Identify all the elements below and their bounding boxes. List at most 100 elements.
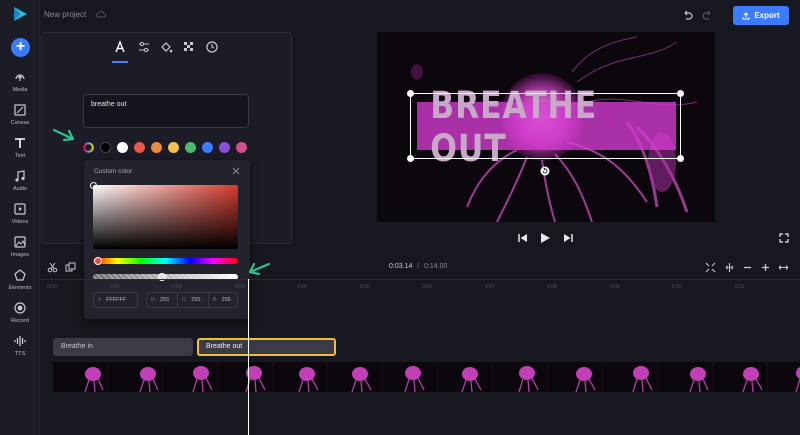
- annotation-arrow-icon: [52, 128, 75, 142]
- sidebar-item-label: Audio: [12, 186, 28, 192]
- split-scissors-icon[interactable]: [47, 262, 58, 273]
- sidebar-item-label: Canvas: [10, 120, 30, 126]
- swatch-yellow[interactable]: [168, 142, 179, 153]
- sidebar-item-media[interactable]: Media: [0, 70, 40, 102]
- text-clip-breathe-out[interactable]: Breathe out: [197, 338, 336, 356]
- sidebar-item-label: Media: [12, 87, 28, 93]
- resize-handle-top-right[interactable]: [677, 90, 684, 97]
- sidebar-item-elements[interactable]: Elements: [0, 268, 40, 300]
- r-value: 255: [159, 297, 170, 303]
- green-field[interactable]: G 255: [178, 292, 208, 308]
- close-icon[interactable]: [232, 167, 240, 175]
- ruler-tick-label: 0:02: [172, 284, 182, 290]
- hue-slider-handle[interactable]: [94, 257, 102, 265]
- text-icon: [15, 138, 25, 148]
- cloud-sync-icon: [96, 10, 106, 18]
- resize-handle-bottom-right[interactable]: [677, 155, 684, 162]
- video-track[interactable]: [53, 362, 800, 392]
- ruler-tick-label: 0:01: [110, 284, 120, 290]
- swatch-red[interactable]: [134, 142, 145, 153]
- ruler-tick-label: 0:05: [360, 284, 370, 290]
- rotate-handle-icon[interactable]: [540, 166, 550, 176]
- color-selector-handle[interactable]: [90, 182, 97, 189]
- color-popup-title: Custom color: [94, 168, 133, 175]
- custom-color-swatch[interactable]: [83, 142, 94, 153]
- swatch-green[interactable]: [185, 142, 196, 153]
- video-thumbnail: [273, 362, 328, 392]
- sidebar-item-label: Record: [11, 318, 29, 324]
- ruler-tick-label: 0:04: [297, 284, 307, 290]
- sidebar-item-record[interactable]: Record: [0, 301, 40, 333]
- play-icon[interactable]: [539, 232, 551, 244]
- current-time: 0:03.14: [389, 263, 413, 270]
- video-thumbnail: [53, 362, 108, 392]
- duplicate-icon[interactable]: [65, 262, 76, 273]
- tts-icon: [14, 336, 26, 346]
- sidebar-item-label: Videos: [11, 219, 29, 225]
- swatch-orange[interactable]: [151, 142, 162, 153]
- b-value: 255: [221, 297, 231, 303]
- fill-tab-icon[interactable]: [159, 40, 173, 54]
- hex-field[interactable]: # FFFFFF: [93, 292, 138, 308]
- app-logo-icon[interactable]: [11, 5, 29, 23]
- text-content-input[interactable]: breathe out: [83, 94, 249, 128]
- record-icon: [14, 302, 26, 314]
- time-separator: /: [417, 263, 419, 270]
- video-thumbnail: [218, 362, 273, 392]
- swatch-pink[interactable]: [236, 142, 247, 153]
- zoom-out-icon[interactable]: [742, 262, 753, 273]
- ruler-tick-label: 0:03: [235, 284, 245, 290]
- transparency-tab-icon[interactable]: [182, 40, 196, 54]
- fullscreen-icon[interactable]: [779, 233, 789, 243]
- sidebar-item-videos[interactable]: Videos: [0, 202, 40, 234]
- ruler-tick-label: 0:09: [610, 284, 620, 290]
- sidebar-item-text[interactable]: Text: [0, 136, 40, 168]
- expand-timeline-icon[interactable]: [778, 262, 789, 273]
- adjust-tab-icon[interactable]: [137, 40, 151, 54]
- fit-to-screen-icon[interactable]: [705, 262, 716, 273]
- swatch-white[interactable]: [117, 142, 128, 153]
- blue-field[interactable]: B 255: [209, 292, 238, 308]
- audio-icon: [15, 170, 25, 182]
- media-icon: [15, 74, 25, 81]
- zoom-in-icon[interactable]: [760, 262, 771, 273]
- sidebar-item-images[interactable]: Images: [0, 235, 40, 267]
- video-thumbnail: [603, 362, 658, 392]
- video-thumbnail: [438, 362, 493, 392]
- sidebar-item-label: Text: [14, 153, 26, 159]
- ruler-tick-label: 0:06: [422, 284, 432, 290]
- add-media-button[interactable]: +: [11, 38, 30, 57]
- sidebar-item-tts[interactable]: TTS: [0, 334, 40, 366]
- timing-tab-icon[interactable]: [205, 40, 219, 54]
- swatch-black[interactable]: [100, 142, 111, 153]
- skip-back-icon[interactable]: [517, 232, 529, 244]
- canvas-icon: [14, 104, 26, 116]
- undo-icon[interactable]: [682, 10, 693, 20]
- project-title[interactable]: New project: [44, 10, 86, 19]
- snap-icon[interactable]: [724, 262, 735, 273]
- sidebar-item-label: Images: [10, 252, 30, 258]
- resize-handle-bottom-left[interactable]: [407, 155, 414, 162]
- swatch-blue[interactable]: [202, 142, 213, 153]
- timeline-playhead[interactable]: [248, 279, 249, 435]
- red-field[interactable]: R 255: [147, 292, 177, 308]
- video-thumbnail: [713, 362, 768, 392]
- elements-icon: [14, 269, 26, 281]
- resize-handle-top-left[interactable]: [407, 90, 414, 97]
- hue-slider[interactable]: [93, 258, 238, 264]
- export-button[interactable]: Export: [733, 6, 789, 25]
- text-tab-icon[interactable]: [113, 40, 127, 54]
- swatch-purple[interactable]: [219, 142, 230, 153]
- g-label: G: [182, 297, 187, 303]
- sidebar-item-audio[interactable]: Audio: [0, 169, 40, 201]
- video-thumbnail: [108, 362, 163, 392]
- skip-forward-icon[interactable]: [562, 232, 574, 244]
- text-clip-breathe-in[interactable]: Breathe in: [53, 338, 193, 356]
- sidebar-item-canvas[interactable]: Canvas: [0, 103, 40, 135]
- video-thumbnail: [328, 362, 383, 392]
- selection-frame: [410, 93, 681, 159]
- redo-icon[interactable]: [702, 10, 713, 20]
- saturation-value-area[interactable]: [93, 185, 238, 249]
- r-label: R: [151, 297, 155, 303]
- g-value: 255: [191, 297, 201, 303]
